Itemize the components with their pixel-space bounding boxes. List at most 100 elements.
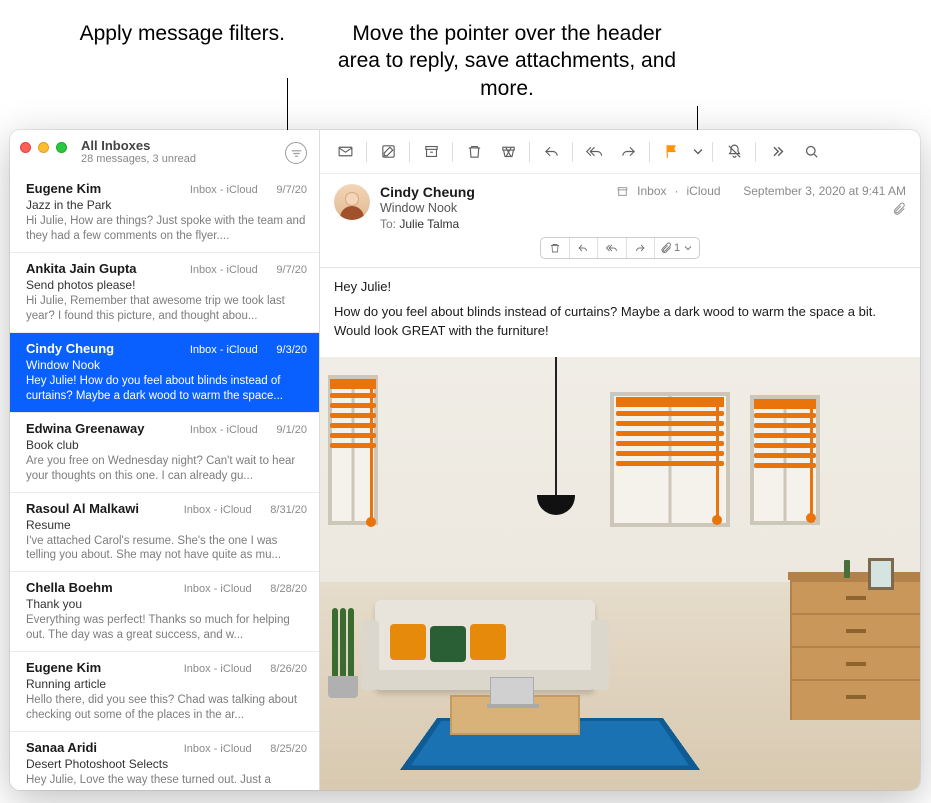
message-list-item[interactable]: Eugene KimInbox - iCloud 8/26/20Running … xyxy=(10,652,319,732)
msg-subject: Thank you xyxy=(26,597,307,611)
archive-button[interactable] xyxy=(416,138,446,166)
sender-name: Cindy Cheung xyxy=(380,184,606,200)
close-window-button[interactable] xyxy=(20,142,31,153)
minimize-window-button[interactable] xyxy=(38,142,49,153)
msg-preview: Are you free on Wednesday night? Can't w… xyxy=(26,454,307,484)
msg-mailbox: Inbox - iCloud xyxy=(184,743,252,755)
msg-subject: Send photos please! xyxy=(26,278,307,292)
attachment-count: 1 xyxy=(674,242,680,254)
msg-sender: Edwina Greenaway xyxy=(26,421,145,436)
msg-date: 9/3/20 xyxy=(276,344,307,356)
paperclip-icon xyxy=(660,242,672,254)
msg-date: 8/25/20 xyxy=(270,743,307,755)
msg-sender: Sanaa Aridi xyxy=(26,740,97,755)
message-list-item[interactable]: Rasoul Al MalkawiInbox - iCloud 8/31/20R… xyxy=(10,493,319,573)
msg-preview: Hey Julie! How do you feel about blinds … xyxy=(26,374,307,404)
msg-mailbox: Inbox - iCloud xyxy=(190,184,258,196)
flag-menu-button[interactable] xyxy=(690,138,706,166)
reply-button[interactable] xyxy=(536,138,566,166)
compose-button[interactable] xyxy=(373,138,403,166)
msg-preview: Everything was perfect! Thanks so much f… xyxy=(26,613,307,643)
msg-date: 9/1/20 xyxy=(276,424,307,436)
sidebar-header: All Inboxes 28 messages, 3 unread xyxy=(10,130,319,173)
header-delete-button[interactable] xyxy=(541,238,570,258)
toolbar-separator xyxy=(452,142,453,162)
forward-icon xyxy=(634,242,646,254)
flag-button[interactable] xyxy=(656,138,686,166)
reply-icon xyxy=(577,242,589,254)
toolbar-overflow-button[interactable] xyxy=(762,138,792,166)
msg-subject: Window Nook xyxy=(26,358,307,372)
msg-preview: Hello there, did you see this? Chad was … xyxy=(26,693,307,723)
message-list-item[interactable]: Edwina GreenawayInbox - iCloud 9/1/20Boo… xyxy=(10,413,319,493)
msg-sender: Chella Boehm xyxy=(26,580,113,595)
message-header[interactable]: Cindy Cheung Window Nook To: Julie Talma… xyxy=(320,174,920,268)
msg-subject: Desert Photoshoot Selects xyxy=(26,757,307,771)
header-forward-button[interactable] xyxy=(627,238,656,258)
message-list-item[interactable]: Cindy CheungInbox - iCloud 9/3/20Window … xyxy=(10,333,319,413)
zoom-window-button[interactable] xyxy=(56,142,67,153)
trash-icon xyxy=(466,143,483,160)
toolbar-separator xyxy=(572,142,573,162)
message-list-item[interactable]: Chella BoehmInbox - iCloud 8/28/20Thank … xyxy=(10,572,319,652)
search-button[interactable] xyxy=(796,138,826,166)
callout-filter: Apply message filters. xyxy=(75,20,285,47)
flag-icon xyxy=(663,143,680,160)
msg-date: 9/7/20 xyxy=(276,264,307,276)
msg-date: 9/7/20 xyxy=(276,184,307,196)
recipient-name: Julie Talma xyxy=(399,217,459,231)
header-reply-button[interactable] xyxy=(570,238,599,258)
junk-icon xyxy=(500,143,517,160)
message-viewer-pane: Cindy Cheung Window Nook To: Julie Talma… xyxy=(320,130,920,790)
message-list[interactable]: Eugene Kim Inbox - iCloud 9/7/20 Jazz in t… xyxy=(10,173,319,790)
header-attachments-button[interactable]: 1 xyxy=(655,238,699,258)
msg-sender: Eugene Kim xyxy=(26,181,101,196)
msg-subject: Jazz in the Park xyxy=(26,198,307,212)
filter-icon xyxy=(290,147,303,160)
search-icon xyxy=(803,143,820,160)
message-subject: Window Nook xyxy=(380,201,606,215)
forward-button[interactable] xyxy=(613,138,643,166)
reply-all-button[interactable] xyxy=(579,138,609,166)
message-list-item[interactable]: Eugene Kim Inbox - iCloud 9/7/20 Jazz in t… xyxy=(10,173,319,253)
message-list-item[interactable]: Sanaa Aridi Inbox - iCloud 8/25/20 Desert … xyxy=(10,732,319,790)
delete-button[interactable] xyxy=(459,138,489,166)
toolbar xyxy=(320,130,920,174)
msg-preview: Hi Julie, Remember that awesome trip we … xyxy=(26,294,307,324)
mailbox-account: iCloud xyxy=(687,184,721,198)
attachment-icon[interactable] xyxy=(892,202,906,216)
toolbar-separator xyxy=(712,142,713,162)
toolbar-separator xyxy=(529,142,530,162)
mute-button[interactable] xyxy=(719,138,749,166)
attachment-image[interactable] xyxy=(320,357,920,790)
forward-icon xyxy=(620,143,637,160)
envelope-icon xyxy=(337,143,354,160)
msg-preview: Hey Julie, Love the way these turned out… xyxy=(26,773,307,788)
callout-header-hover: Move the pointer over the header area to… xyxy=(332,20,682,102)
msg-subject: Resume xyxy=(26,518,307,532)
msg-mailbox: Inbox - iCloud xyxy=(184,504,252,516)
chevron-down-icon xyxy=(690,143,706,160)
archive-icon xyxy=(423,143,440,160)
msg-preview: I've attached Carol's resume. She's the … xyxy=(26,534,307,564)
sender-avatar[interactable] xyxy=(334,184,370,220)
mailbox-title: All Inboxes xyxy=(81,138,277,153)
mailbox-location[interactable]: Inbox · iCloud September 3, 2020 at 9:41… xyxy=(616,184,906,198)
msg-date: 8/28/20 xyxy=(270,583,307,595)
msg-sender: Rasoul Al Malkawi xyxy=(26,501,139,516)
get-mail-button[interactable] xyxy=(330,138,360,166)
filter-button[interactable] xyxy=(285,142,307,164)
msg-subject: Running article xyxy=(26,677,307,691)
toolbar-separator xyxy=(409,142,410,162)
chevrons-right-icon xyxy=(769,143,786,160)
header-reply-all-button[interactable] xyxy=(598,238,627,258)
msg-mailbox: Inbox - iCloud xyxy=(184,663,252,675)
message-body: Hey Julie! How do you feel about blinds … xyxy=(320,268,920,790)
msg-sender: Ankita Jain Gupta xyxy=(26,261,137,276)
junk-button[interactable] xyxy=(493,138,523,166)
msg-sender: Cindy Cheung xyxy=(26,341,114,356)
msg-mailbox: Inbox - iCloud xyxy=(190,264,258,276)
message-list-item[interactable]: Ankita Jain Gupta Inbox - iCloud 9/7/20 Se… xyxy=(10,253,319,333)
msg-date: 8/26/20 xyxy=(270,663,307,675)
mail-window: All Inboxes 28 messages, 3 unread Eugene… xyxy=(10,130,920,790)
